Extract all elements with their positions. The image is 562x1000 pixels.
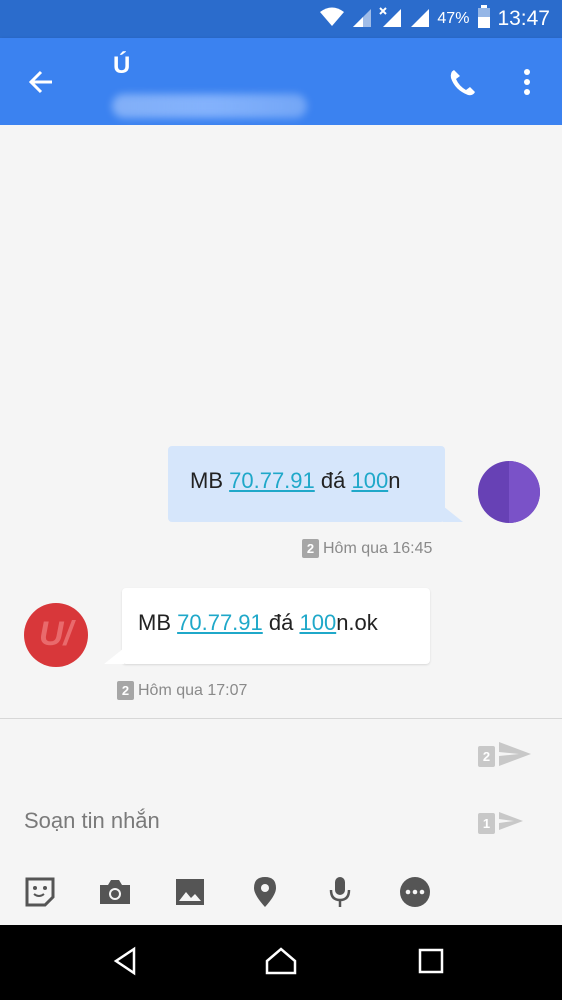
send-icon bbox=[497, 739, 533, 774]
sim-icon: 1 bbox=[478, 813, 495, 834]
contact-name: Ú bbox=[113, 52, 131, 79]
compose-area: 2 1 bbox=[0, 718, 562, 925]
more-options-button[interactable] bbox=[512, 62, 542, 102]
conversation-view[interactable]: MB 70.77.91 đá 100n 2 Hôm qua 16:45 U/ M… bbox=[0, 125, 562, 718]
message-text: MB 70.77.91 đá 100n.ok bbox=[138, 610, 378, 635]
nav-home-button[interactable] bbox=[261, 943, 301, 983]
location-icon bbox=[251, 875, 279, 914]
mic-icon bbox=[326, 875, 354, 914]
message-meta: 2 Hôm qua 16:45 bbox=[302, 539, 432, 558]
location-button[interactable] bbox=[245, 874, 285, 914]
avatar-self[interactable] bbox=[478, 461, 540, 523]
back-arrow-icon bbox=[22, 70, 62, 106]
navigation-bar bbox=[0, 925, 562, 1000]
nav-recents-icon bbox=[417, 947, 445, 980]
message-timestamp: Hôm qua 16:45 bbox=[323, 539, 433, 557]
status-time: 13:47 bbox=[497, 7, 550, 30]
wifi-icon bbox=[319, 6, 345, 33]
nav-home-icon bbox=[264, 946, 298, 981]
app-bar: Ú bbox=[0, 38, 562, 125]
sim-icon: 2 bbox=[117, 681, 134, 700]
nav-back-button[interactable] bbox=[105, 943, 145, 983]
sticker-button[interactable] bbox=[20, 874, 60, 914]
sim-icon: 2 bbox=[478, 746, 495, 767]
more-horiz-icon bbox=[398, 875, 432, 914]
message-meta: 2 Hôm qua 17:07 bbox=[117, 681, 247, 700]
gallery-button[interactable] bbox=[170, 874, 210, 914]
phone-icon bbox=[442, 70, 482, 106]
compose-toolbar bbox=[0, 874, 562, 914]
camera-icon bbox=[97, 877, 133, 912]
back-button[interactable] bbox=[22, 62, 62, 102]
nav-back-icon bbox=[110, 946, 140, 981]
signal-icon bbox=[351, 6, 373, 33]
signal-x-icon bbox=[379, 6, 403, 33]
nav-recents-button[interactable] bbox=[411, 943, 451, 983]
camera-button[interactable] bbox=[95, 874, 135, 914]
message-timestamp: Hôm qua 17:07 bbox=[138, 681, 248, 699]
sim-icon: 2 bbox=[302, 539, 319, 558]
message-link[interactable]: 70.77.91 bbox=[177, 610, 263, 635]
signal-icon bbox=[409, 6, 431, 33]
battery-icon bbox=[477, 4, 491, 34]
sticker-icon bbox=[23, 875, 57, 914]
call-button[interactable] bbox=[442, 62, 482, 102]
message-text: MB 70.77.91 đá 100n bbox=[190, 468, 401, 493]
message-input[interactable] bbox=[24, 806, 444, 836]
more-vert-icon bbox=[512, 69, 542, 106]
battery-percent: 47% bbox=[437, 10, 470, 27]
contact-number-blurred bbox=[112, 94, 307, 118]
contact-avatar-mark: U/ bbox=[39, 615, 73, 653]
voice-button[interactable] bbox=[320, 874, 360, 914]
message-link[interactable]: 70.77.91 bbox=[229, 468, 315, 493]
image-icon bbox=[174, 877, 206, 912]
status-bar: 47% 13:47 bbox=[0, 0, 562, 38]
message-bubble-outgoing[interactable]: MB 70.77.91 đá 100n bbox=[168, 446, 463, 522]
status-icons: 47% 13:47 bbox=[319, 4, 550, 34]
send-sim1-button[interactable]: 1 bbox=[478, 809, 525, 838]
more-attach-button[interactable] bbox=[395, 874, 435, 914]
avatar-contact[interactable]: U/ bbox=[24, 603, 88, 667]
message-link[interactable]: 100 bbox=[351, 468, 388, 493]
send-sim2-button[interactable]: 2 bbox=[478, 739, 533, 774]
send-icon bbox=[497, 809, 525, 838]
message-link[interactable]: 100 bbox=[299, 610, 336, 635]
message-bubble-incoming[interactable]: MB 70.77.91 đá 100n.ok bbox=[104, 588, 430, 664]
